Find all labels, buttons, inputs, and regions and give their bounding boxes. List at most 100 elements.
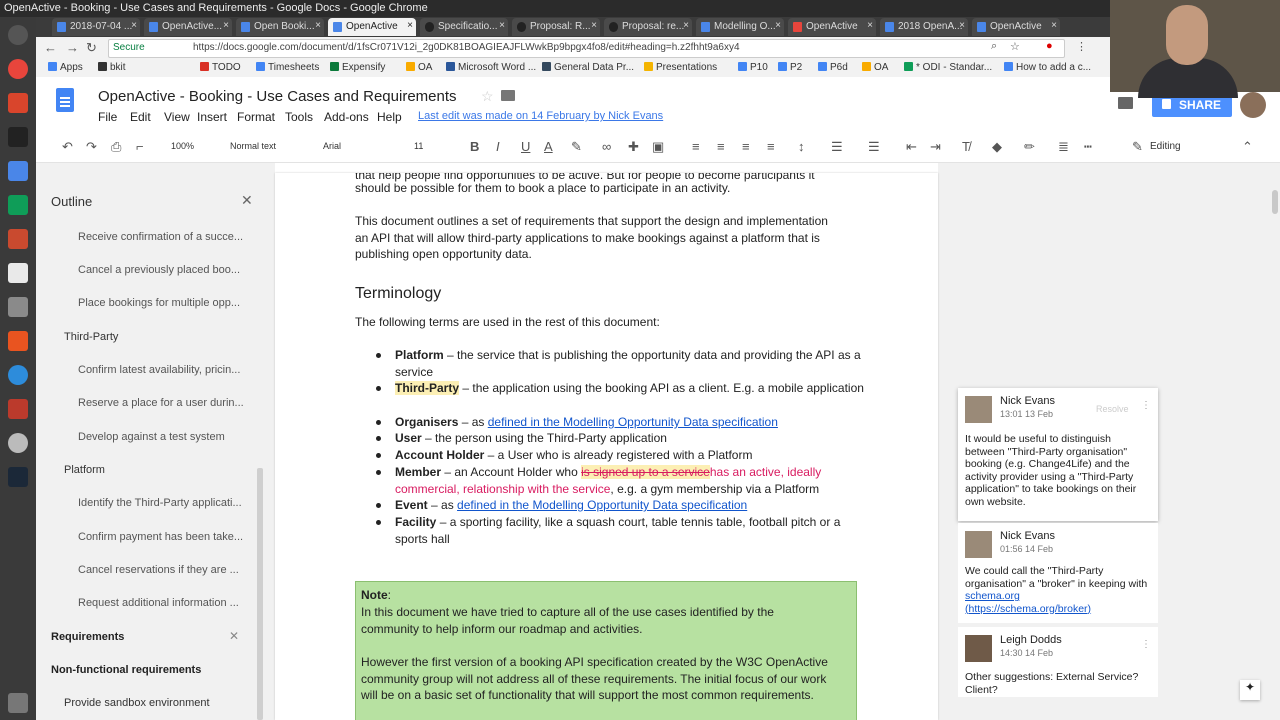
bookmark-odi[interactable]: * ODI - Standar... <box>904 62 992 73</box>
outline-item[interactable]: Confirm latest availability, pricin... <box>78 364 253 376</box>
comment-card[interactable]: Nick Evans 01:56 14 Feb We could call th… <box>958 523 1158 623</box>
dash-icon[interactable] <box>8 25 28 45</box>
bookmark-timesheets[interactable]: Timesheets <box>256 62 319 73</box>
bookmark-p6d[interactable]: P6d <box>818 62 848 73</box>
trash-icon[interactable] <box>8 693 28 713</box>
document-title[interactable]: OpenActive - Booking - Use Cases and Req… <box>98 88 457 105</box>
underline-icon[interactable]: U <box>521 139 530 154</box>
terminal-icon[interactable] <box>8 127 28 147</box>
paint-format-icon[interactable]: ⌐ <box>136 139 144 154</box>
close-icon[interactable]: × <box>959 20 965 31</box>
bookmark-oa[interactable]: OA <box>406 62 432 73</box>
highlight-icon[interactable]: ✎ <box>571 139 582 155</box>
app-s-icon[interactable] <box>8 93 28 113</box>
insert-comment-icon[interactable]: ✚ <box>628 139 639 155</box>
outline-item[interactable]: Place bookings for multiple opp... <box>78 297 253 309</box>
tab-8[interactable]: Modelling O... × <box>696 18 784 36</box>
text-color-icon[interactable]: A <box>544 139 553 154</box>
tab-4-active[interactable]: OpenActive × <box>328 18 416 36</box>
menu-view[interactable]: View <box>164 110 190 124</box>
align-center-icon[interactable]: ≡ <box>717 139 725 154</box>
outline-item[interactable]: Identify the Third-Party applicati... <box>78 497 253 509</box>
outline-item[interactable]: Requirements <box>51 631 226 643</box>
close-icon[interactable]: × <box>591 20 597 31</box>
files-icon[interactable] <box>8 263 28 283</box>
font-select[interactable]: Arial <box>323 141 341 151</box>
tab-5[interactable]: Specificatio... × <box>420 18 508 36</box>
close-icon[interactable]: × <box>499 20 505 31</box>
chrome-icon[interactable] <box>8 59 28 79</box>
close-icon[interactable]: ✕ <box>241 192 253 209</box>
bookmark-bkit[interactable]: bkit <box>98 62 126 73</box>
italic-icon[interactable]: I <box>496 139 500 154</box>
outline-item[interactable]: Develop against a test system <box>78 431 253 443</box>
spec-link[interactable]: defined in the Modelling Opportunity Dat… <box>457 498 747 512</box>
close-icon[interactable]: × <box>131 20 137 31</box>
align-right-icon[interactable]: ≡ <box>742 139 750 154</box>
outline-item[interactable]: Platform <box>64 464 239 476</box>
outline-item[interactable]: Non-functional requirements <box>51 664 241 676</box>
more-options-icon[interactable]: ⋮ <box>1141 400 1151 411</box>
menu-format[interactable]: Format <box>237 110 275 124</box>
close-icon[interactable]: × <box>775 20 781 31</box>
bulleted-list-icon[interactable]: ☰ <box>868 139 880 155</box>
spreadsheet-icon[interactable] <box>8 195 28 215</box>
border-color-icon[interactable]: ✏ <box>1024 139 1035 155</box>
document-page[interactable]: that help people find opportunities to b… <box>275 173 938 720</box>
menu-add-ons[interactable]: Add-ons <box>324 110 369 124</box>
align-left-icon[interactable]: ≡ <box>692 139 700 154</box>
image-viewer-icon[interactable] <box>8 297 28 317</box>
resolve-button[interactable]: Resolve <box>1096 404 1129 414</box>
tab-10[interactable]: 2018 OpenA... × <box>880 18 968 36</box>
last-edit-link[interactable]: Last edit was made on 14 February by Nic… <box>418 110 663 122</box>
forward-icon[interactable]: → <box>66 40 79 55</box>
fill-color-icon[interactable]: ◆ <box>992 139 1002 155</box>
spec-link[interactable]: defined in the Modelling Opportunity Dat… <box>488 415 778 429</box>
docs-logo-icon[interactable] <box>56 88 74 112</box>
menu-help[interactable]: Help <box>377 110 402 124</box>
increase-indent-icon[interactable]: ⇥ <box>930 139 941 155</box>
outline-item[interactable]: Cancel a previously placed boo... <box>78 264 253 276</box>
tab-11[interactable]: OpenActive × <box>972 18 1060 36</box>
document-scrollbar[interactable] <box>1272 190 1278 214</box>
bold-icon[interactable]: B <box>470 139 479 154</box>
justify-icon[interactable]: ≡ <box>767 139 775 154</box>
schema-url-link[interactable]: (https://schema.org/broker) <box>965 603 1091 615</box>
close-icon[interactable]: × <box>407 20 413 31</box>
extension-icon[interactable]: ● <box>1046 40 1053 52</box>
outline-item[interactable]: Third-Party <box>64 331 239 343</box>
bookmark-star-icon[interactable]: ☆ <box>1010 40 1020 53</box>
comment-card[interactable]: Nick Evans 13:01 13 Feb Resolve ⋮ It wou… <box>958 388 1158 521</box>
menu-insert[interactable]: Insert <box>197 110 227 124</box>
redo-icon[interactable]: ↷ <box>86 139 97 155</box>
close-icon[interactable]: × <box>223 20 229 31</box>
border-dash-icon[interactable]: ┅ <box>1084 139 1092 155</box>
border-width-icon[interactable]: ≣ <box>1058 139 1069 155</box>
close-icon[interactable]: ✕ <box>229 629 239 643</box>
link-icon[interactable]: ∞ <box>602 139 611 154</box>
suggested-deletion[interactable]: is signed up to a service <box>581 465 710 479</box>
bookmark-todo[interactable]: TODO <box>200 62 241 73</box>
back-icon[interactable]: ← <box>44 40 57 55</box>
avatar[interactable] <box>1240 92 1266 118</box>
url-input[interactable]: Secure https://docs.google.com/document/… <box>108 39 1065 58</box>
tab-1[interactable]: 2018-07-04 ... × <box>52 18 140 36</box>
tools-icon[interactable] <box>8 399 28 419</box>
document-icon[interactable] <box>8 161 28 181</box>
reload-icon[interactable]: ↻ <box>86 40 97 56</box>
more-options-icon[interactable]: ⋮ <box>1141 639 1151 650</box>
menu-tools[interactable]: Tools <box>285 110 313 124</box>
menu-edit[interactable]: Edit <box>130 110 151 124</box>
close-icon[interactable]: × <box>1051 20 1057 31</box>
line-spacing-icon[interactable]: ↕ <box>798 139 805 154</box>
bookmark-p10[interactable]: P10 <box>738 62 768 73</box>
explore-icon[interactable]: ✦ <box>1240 680 1260 700</box>
numbered-list-icon[interactable]: ☰ <box>831 139 843 155</box>
outline-item[interactable]: Cancel reservations if they are ... <box>78 564 253 576</box>
menu-file[interactable]: File <box>98 110 117 124</box>
zoom-search-icon[interactable]: ⌕ <box>991 40 997 53</box>
star-icon[interactable]: ☆ <box>481 88 494 105</box>
comment-card[interactable]: Leigh Dodds 14:30 14 Feb ⋮ Other suggest… <box>958 627 1158 697</box>
bookmark-microsoft-word[interactable]: Microsoft Word ... <box>446 62 536 73</box>
editing-mode-select[interactable]: Editing <box>1150 141 1181 152</box>
